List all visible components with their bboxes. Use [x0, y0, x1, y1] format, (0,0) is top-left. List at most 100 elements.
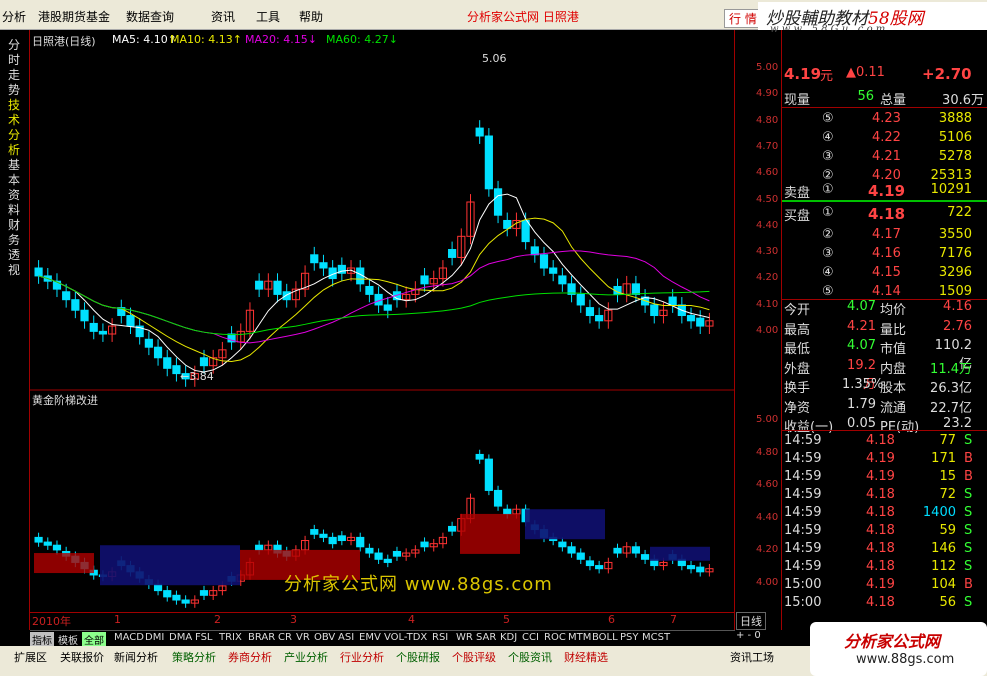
candle	[576, 293, 585, 306]
bottom-tab[interactable]: 个股研报	[396, 649, 440, 665]
stat-value: 4.16	[943, 299, 972, 314]
price-tick: 4.80	[756, 114, 779, 126]
indicator-tick: 4.80	[756, 446, 779, 458]
price-tick: 4.00	[756, 325, 779, 336]
candle	[640, 554, 650, 560]
indicator-tab[interactable]: EMV	[357, 632, 383, 643]
brand-bottom-url: www.88gs.com	[856, 652, 955, 667]
bottom-tab[interactable]: 扩展区	[14, 649, 47, 665]
total-volume: 30.6万	[942, 93, 984, 108]
tick-row: 15:00 4.18 56 S	[782, 594, 987, 612]
candle	[631, 546, 640, 554]
indicator-tab[interactable]: 全部	[82, 632, 106, 647]
candle	[337, 535, 346, 542]
tab-time-share[interactable]: 分时走势	[6, 38, 22, 98]
watermark-text: 分析家公式网 www.88gs.com	[284, 574, 553, 595]
bottom-tab[interactable]: 个股评级	[452, 649, 496, 665]
indicator-tab[interactable]: OBV	[312, 632, 337, 643]
bid-level: ①	[822, 205, 834, 220]
bottom-tab[interactable]: 券商分析	[228, 649, 272, 665]
candle	[475, 453, 484, 460]
indicator-tab[interactable]: MCST	[640, 632, 672, 643]
bottom-tab[interactable]: 关联报价	[60, 649, 104, 665]
indicator-tab[interactable]: BOLL	[590, 632, 620, 643]
tick-price: 4.18	[866, 541, 895, 556]
tick-time: 14:59	[784, 469, 822, 484]
bid-volume: 722	[947, 205, 972, 220]
indicator-tab[interactable]: 模板	[56, 632, 80, 647]
ask-label: 卖盘	[784, 186, 811, 201]
indicator-tab[interactable]: DMI	[143, 632, 166, 643]
total-label: 总量	[880, 93, 907, 108]
candle	[310, 254, 319, 264]
tab-finance[interactable]: 财务透视	[6, 218, 22, 278]
menu-analysis[interactable]: 分析	[2, 8, 26, 25]
indicator-tab[interactable]: KDJ	[498, 632, 519, 643]
kline-chart[interactable]: 5.06 ←3.84	[30, 30, 735, 612]
bid-level: ⑤	[822, 284, 834, 299]
indicator-tab[interactable]: ROC	[542, 632, 568, 643]
ma-line-5	[38, 193, 710, 373]
quote-button[interactable]: 行 情	[724, 9, 762, 28]
bottom-tab[interactable]: 资讯工场	[730, 649, 774, 665]
chart-area[interactable]: 日照港(日线) MA5: 4.10↑ MA10: 4.13↑ MA20: 4.1…	[30, 30, 735, 630]
candle	[356, 536, 365, 548]
indicator-tab[interactable]: WR	[454, 632, 475, 643]
indicator-tab[interactable]: RSI	[430, 632, 450, 643]
indicator-tab[interactable]: CR	[276, 632, 294, 643]
bottom-tab[interactable]: 个股资讯	[508, 649, 552, 665]
bid-level: ②	[822, 227, 834, 242]
tick-side: S	[964, 505, 973, 520]
high-label: 5.06	[482, 52, 507, 65]
period-mode[interactable]: 日线	[736, 612, 766, 630]
time-label: 2010年	[32, 615, 71, 628]
price-unit: 元	[820, 69, 834, 84]
bid-level: ③	[822, 246, 834, 261]
menu-news[interactable]: 资讯	[211, 8, 235, 25]
indicator-tab[interactable]: FSL	[193, 632, 215, 643]
indicator-tab[interactable]: DMA	[167, 632, 194, 643]
tick-volume: 56	[939, 595, 956, 610]
indicator-tab[interactable]: 指标	[30, 632, 54, 647]
indicator-tab[interactable]: VOL-TDX	[382, 632, 429, 643]
indicator-tab[interactable]: TRIX	[217, 632, 244, 643]
indicator-tab[interactable]: BRAR	[246, 632, 277, 643]
step-block	[34, 553, 94, 574]
menu-data-query[interactable]: 数据查询	[126, 8, 174, 25]
tick-row: 14:59 4.18 112 S	[782, 558, 987, 576]
ask-price: 4.19	[868, 182, 906, 200]
tick-volume: 171	[931, 451, 956, 466]
tick-price: 4.18	[866, 523, 895, 538]
price-tick: 4.40	[756, 219, 779, 231]
indicator-tab[interactable]: PSY	[618, 632, 641, 643]
candle	[310, 529, 319, 535]
brand-bottom-title: 分析家公式网	[844, 632, 941, 651]
bottom-tab[interactable]: 新闻分析	[114, 649, 158, 665]
bottom-tab[interactable]: 财经精选	[564, 649, 608, 665]
stat-label: 均价	[880, 303, 907, 318]
indicator-tab[interactable]: SAR	[474, 632, 498, 643]
candle	[89, 322, 98, 332]
menu-hk-futures[interactable]: 港股期货基金	[38, 8, 110, 25]
candle	[282, 291, 291, 301]
indicator-tab[interactable]: VR	[294, 632, 312, 643]
candle	[493, 188, 503, 216]
candle	[493, 489, 503, 507]
menu-help[interactable]: 帮助	[299, 8, 323, 25]
tick-side: S	[964, 559, 973, 574]
candle	[696, 566, 705, 573]
tab-technical[interactable]: 技术分析	[6, 98, 22, 158]
indicator-tab[interactable]: ASI	[336, 632, 356, 643]
bottom-tab[interactable]: 策略分析	[172, 649, 216, 665]
zoom-buttons[interactable]: + - 0	[736, 630, 761, 641]
brand-logo-top: 炒股輔助教材58股网 w w w . 5 8 G u . c o m	[758, 2, 987, 35]
indicator-tab[interactable]: MACD	[112, 632, 146, 643]
bottom-tab[interactable]: 产业分析	[284, 649, 328, 665]
tick-side: S	[964, 595, 973, 610]
tab-fundamentals[interactable]: 基本资料	[6, 158, 22, 218]
menu-tools[interactable]: 工具	[256, 8, 280, 25]
stat-label: 内盘	[880, 361, 907, 377]
bottom-tab[interactable]: 行业分析	[340, 649, 384, 665]
indicator-tab[interactable]: CCI	[520, 632, 541, 643]
tick-price: 4.18	[866, 595, 895, 610]
